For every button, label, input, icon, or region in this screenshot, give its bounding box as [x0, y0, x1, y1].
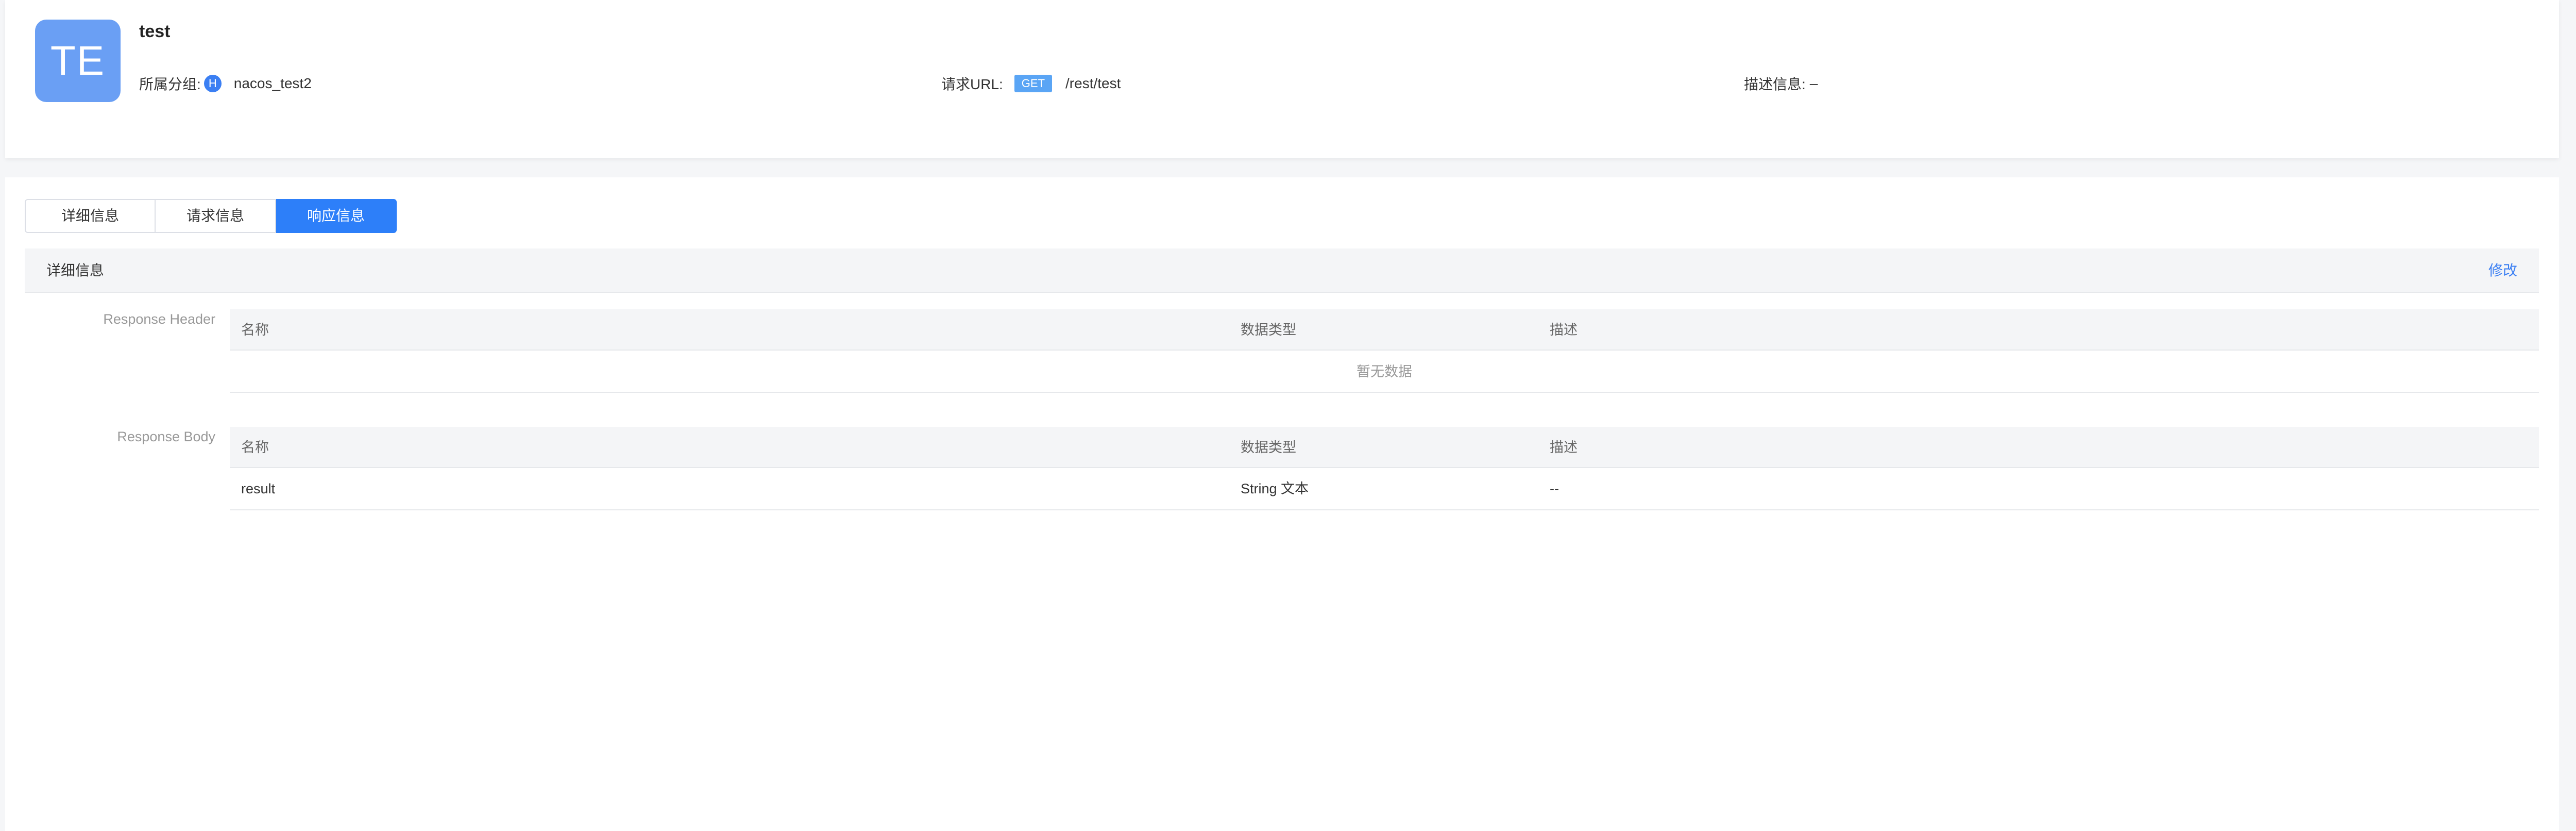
url-label: 请求URL:: [941, 76, 1003, 92]
response-header-label: Response Header: [103, 311, 215, 327]
empty-text: 暂无数据: [1357, 364, 1412, 379]
description-info: 描述信息: –: [1744, 72, 1818, 95]
column-type: 数据类型: [1241, 322, 1296, 338]
group-name: nacos_test2: [233, 75, 312, 91]
table-header-row: 名称 数据类型 描述: [230, 427, 2539, 468]
row-type: String 文本: [1241, 481, 1309, 496]
description-value: –: [1809, 75, 1818, 91]
tab-response[interactable]: 响应信息: [276, 199, 397, 233]
api-header-card: TE test 所属分组: H nacos_test2 请求URL: GET /…: [5, 0, 2559, 158]
column-name: 名称: [241, 322, 269, 338]
group-label: 所属分组:: [139, 76, 201, 92]
api-name: test: [139, 22, 171, 41]
response-body-table: 名称 数据类型 描述 result String 文本 --: [230, 427, 2539, 510]
column-description: 描述: [1550, 440, 1578, 455]
row-description: --: [1550, 481, 1559, 496]
column-description: 描述: [1550, 322, 1578, 338]
table-header-row: 名称 数据类型 描述: [230, 309, 2539, 351]
response-body-label: Response Body: [117, 429, 215, 444]
url-path: /rest/test: [1065, 75, 1121, 91]
section-title: 详细信息: [46, 262, 105, 278]
group-badge-icon: H: [204, 75, 222, 92]
tab-details[interactable]: 详细信息: [25, 199, 156, 233]
tab-request[interactable]: 请求信息: [156, 199, 276, 233]
empty-row: 暂无数据: [230, 351, 2539, 393]
column-name: 名称: [241, 440, 269, 455]
api-avatar: TE: [35, 20, 121, 102]
edit-link[interactable]: 修改: [2488, 248, 2517, 293]
group-info: 所属分组: H nacos_test2: [139, 72, 312, 95]
tab-group: 详细信息 请求信息 响应信息: [25, 199, 397, 233]
table-row: result String 文本 --: [230, 468, 2539, 510]
row-name: result: [241, 481, 276, 496]
method-badge: GET: [1014, 75, 1053, 92]
description-label: 描述信息:: [1744, 76, 1806, 92]
response-header-table: 名称 数据类型 描述 暂无数据: [230, 309, 2539, 393]
main-content-card: 详细信息 请求信息 响应信息 详细信息 修改 Response Header 名…: [5, 177, 2559, 831]
section-header: 详细信息 修改: [25, 248, 2539, 293]
column-type: 数据类型: [1241, 440, 1296, 455]
url-info: 请求URL: GET /rest/test: [941, 72, 1121, 95]
